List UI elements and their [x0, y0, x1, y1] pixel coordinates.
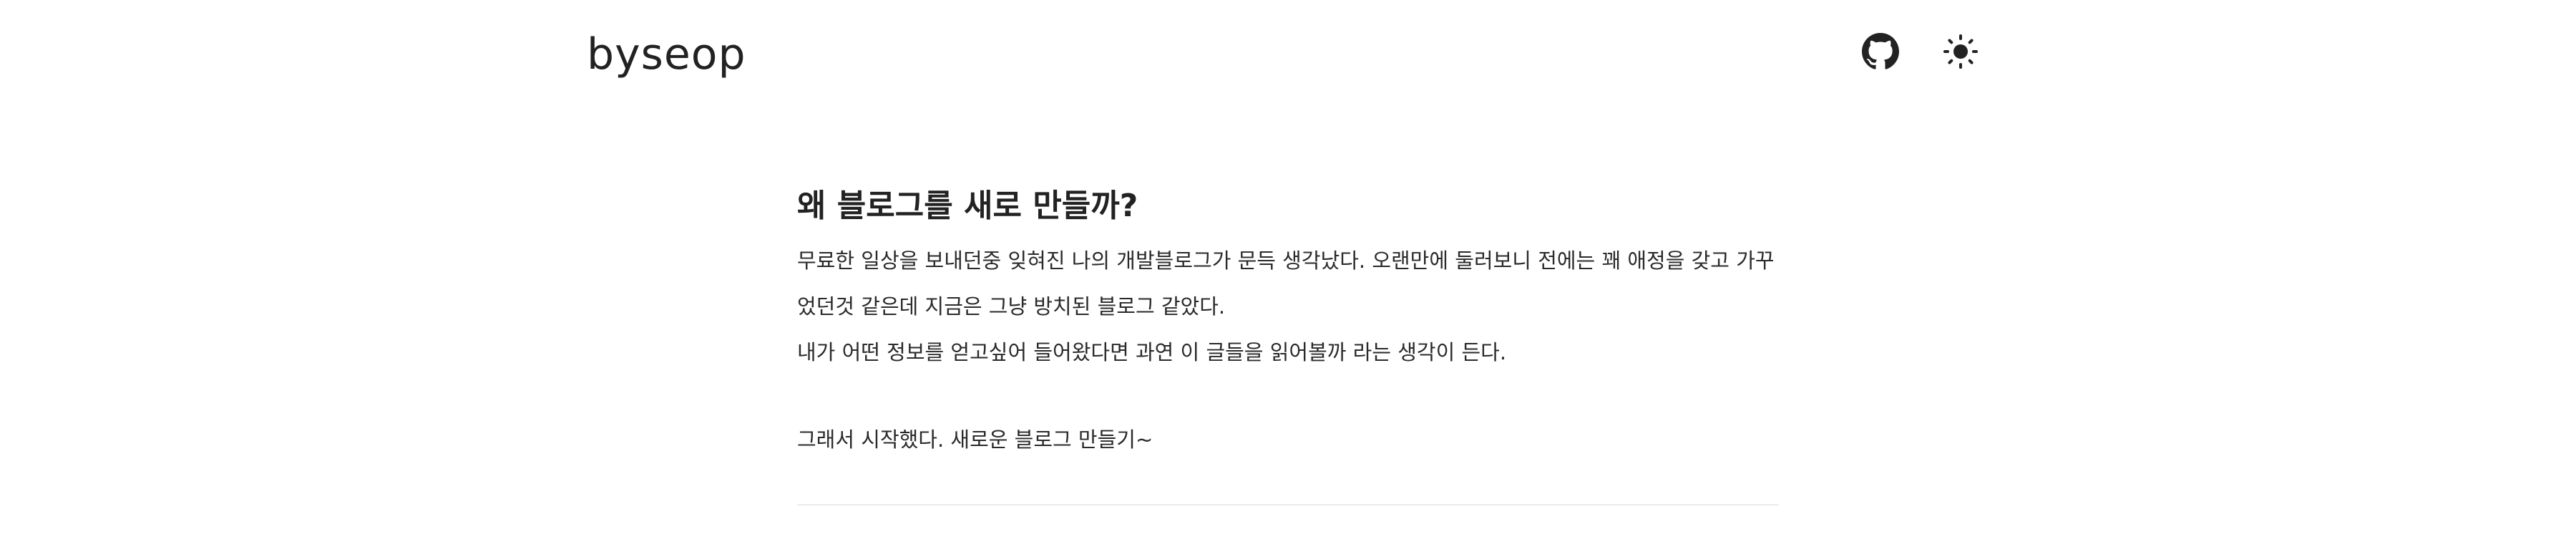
github-link[interactable]: [1860, 33, 1901, 73]
post-paragraph: 내가 어떤 정보를 얻고싶어 들어왔다면 과연 이 글들을 읽어볼까 라는 생각…: [797, 340, 1507, 364]
post-title: 왜 블로그를 새로 만들까?: [797, 188, 1138, 224]
site-header: byseop: [0, 0, 2576, 107]
post-paragraph: 그래서 시작했다. 새로운 블로그 만들기~: [797, 427, 1153, 452]
post-article: 왜 블로그를 새로 만들까? 무료한 일상을 보내던중 잊혀진 나의 개발블로그…: [797, 178, 1779, 463]
site-logo-link[interactable]: byseop: [587, 26, 746, 83]
sun-icon: [1943, 34, 1978, 72]
github-icon: [1862, 33, 1899, 73]
content-divider: [797, 504, 1779, 505]
theme-toggle-button[interactable]: [1941, 33, 1981, 73]
post-paragraph: 무료한 일상을 보내던중 잊혀진 나의 개발블로그가 문득 생각났다. 오랜만에…: [797, 248, 1775, 319]
